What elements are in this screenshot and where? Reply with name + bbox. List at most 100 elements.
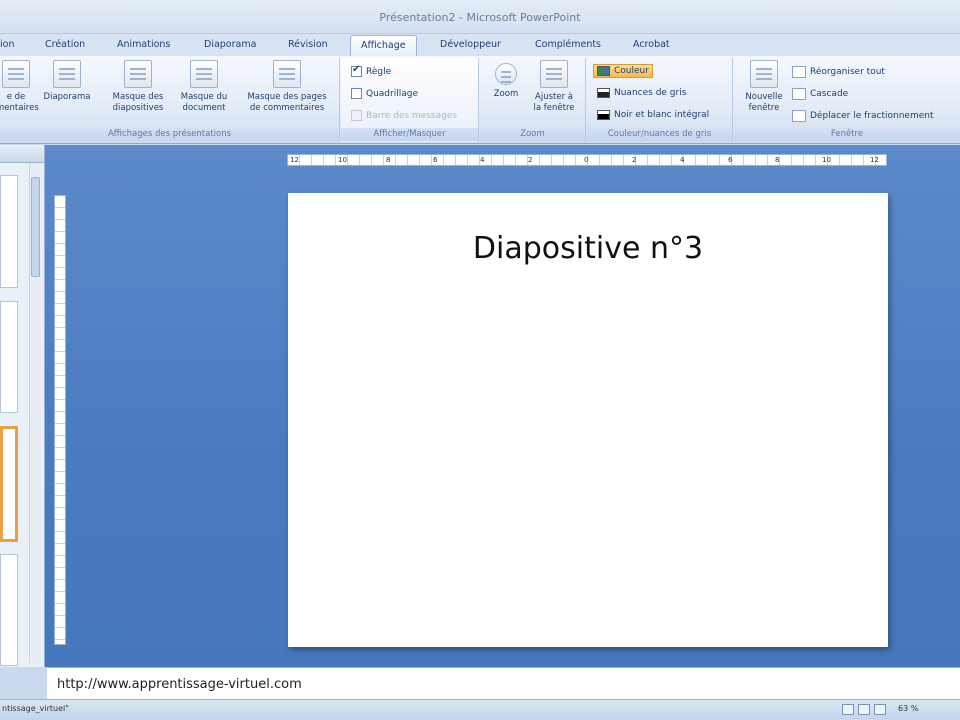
zoom-level[interactable]: 63 % [898,704,918,713]
group-presentation-views: e de mentaires Diaporama Masque des diap… [0,58,340,142]
slide-thumbnail-3[interactable] [0,426,18,542]
slide-thumbnail-2[interactable] [0,301,18,413]
group-color-grayscale: Couleur Nuances de gris Noir et blanc in… [587,58,733,142]
ruler-checkbox[interactable] [351,64,362,77]
notes-page-button[interactable]: e de mentaires [0,60,39,114]
group-label-zoom: Zoom [480,128,585,141]
ruler-label: 0 [584,156,589,164]
ruler-label: 10 [822,156,831,164]
scrollbar-thumb[interactable] [31,177,40,277]
horizontal-ruler[interactable]: 12 10 8 6 4 2 0 2 4 6 8 10 12 [287,154,887,166]
color-label: Couleur [614,66,649,76]
ruler-label: 4 [680,156,685,164]
grayscale-button[interactable]: Nuances de gris [597,88,686,98]
tab-acrobat[interactable]: Acrobat [633,39,670,50]
group-label-show-hide: Afficher/Masquer [341,128,478,141]
vertical-ruler[interactable] [54,195,66,645]
vertical-ruler-ticks [55,196,65,644]
status-bar: ntissage_virtuel" 63 % [0,699,960,720]
ruler-checkbox-row[interactable]: Règle [351,64,392,77]
cascade-button[interactable]: Cascade [792,88,848,100]
tab-animations[interactable]: Animations [117,39,170,50]
color-button[interactable]: Couleur [593,64,653,78]
pure-bw-label: Noir et blanc intégral [614,110,710,120]
ruler-label: 6 [728,156,733,164]
group-label-color: Couleur/nuances de gris [587,128,732,141]
move-split-button[interactable]: Déplacer le fractionnement [792,110,934,122]
zoom-button[interactable]: Zoom [488,60,524,100]
ruler-label: 2 [632,156,637,164]
notes-page-icon [2,60,30,88]
gridlines-checkbox-label: Quadrillage [366,88,418,99]
status-left-text: ntissage_virtuel" [2,704,69,713]
ruler-checkbox-label: Règle [366,66,392,77]
arrange-all-icon [792,66,806,78]
ruler-label: 4 [480,156,485,164]
group-window: Nouvelle fenêtre Réorganiser tout Cascad… [734,58,960,142]
pure-bw-button[interactable]: Noir et blanc intégral [597,110,709,120]
ruler-label: 2 [528,156,533,164]
ruler-label: 10 [338,156,347,164]
ruler-label: 6 [433,156,438,164]
tab-complements[interactable]: Compléments [535,39,601,50]
tab-animations-partial[interactable]: ion [0,39,14,50]
handout-master-label: Masque du document [180,92,228,113]
slides-pane-scrollbar[interactable] [29,163,41,663]
normal-view-icon[interactable] [842,704,854,715]
cascade-label: Cascade [810,89,849,99]
arrange-all-button[interactable]: Réorganiser tout [792,66,885,78]
tab-revision[interactable]: Révision [288,39,328,50]
new-window-button[interactable]: Nouvelle fenêtre [738,60,790,114]
group-label-window: Fenêtre [734,128,960,141]
slideshow-button[interactable]: Diaporama [36,60,98,103]
group-show-hide: Règle Quadrillage Barre des messages Aff… [341,58,479,142]
slides-pane-header [0,145,44,163]
ribbon: e de mentaires Diaporama Masque des diap… [0,56,960,144]
notes-text[interactable]: http://www.apprentissage-virtuel.com [57,677,302,692]
handout-master-icon [190,60,218,88]
slide-master-icon [124,60,152,88]
group-label-views: Affichages des présentations [0,128,339,141]
tab-affichage[interactable]: Affichage [350,35,417,57]
gridlines-checkbox-row[interactable]: Quadrillage [351,88,418,99]
move-split-icon [792,110,806,122]
tab-developpeur[interactable]: Développeur [440,39,501,50]
tab-creation[interactable]: Création [45,39,85,50]
grayscale-label: Nuances de gris [614,88,687,98]
notes-master-label: Masque des pages de commentaires [247,92,327,113]
message-bar-checkbox-row: Barre des messages [351,110,457,121]
notes-pane[interactable]: http://www.apprentissage-virtuel.com [47,667,960,699]
slide-sorter-icon[interactable] [858,704,870,715]
fit-window-label: Ajuster à la fenêtre [533,92,575,113]
slideshow-label: Diaporama [43,92,91,102]
grayscale-swatch-icon [597,88,610,98]
color-swatch-icon [597,66,610,76]
slideshow-icon [53,60,81,88]
fit-window-icon [540,60,568,88]
magnifier-icon [495,63,517,85]
new-window-label: Nouvelle fenêtre [745,92,783,113]
slide-master-label: Masque des diapositives [112,92,164,113]
zoom-label: Zoom [493,89,519,99]
gridlines-checkbox[interactable] [351,88,362,99]
ruler-label: 8 [775,156,780,164]
pure-bw-swatch-icon [597,110,610,120]
move-split-label: Déplacer le fractionnement [810,111,934,121]
slide-master-button[interactable]: Masque des diapositives [105,60,171,114]
ruler-label: 12 [870,156,879,164]
slide-canvas[interactable]: Diapositive n°3 [288,193,888,647]
notes-master-button[interactable]: Masque des pages de commentaires [238,60,336,114]
arrange-all-label: Réorganiser tout [810,67,885,77]
slide-title[interactable]: Diapositive n°3 [288,231,888,266]
message-bar-checkbox-label: Barre des messages [366,110,458,121]
tab-diaporama[interactable]: Diaporama [204,39,256,50]
ruler-label: 8 [386,156,391,164]
slide-thumbnail-1[interactable] [0,175,18,288]
slideshow-view-icon[interactable] [874,704,886,715]
notes-page-label: e de mentaires [0,92,39,113]
notes-master-icon [273,60,301,88]
fit-window-button[interactable]: Ajuster à la fenêtre [526,60,582,114]
message-bar-checkbox [351,110,362,121]
slide-thumbnail-4[interactable] [0,554,18,666]
handout-master-button[interactable]: Masque du document [173,60,235,114]
